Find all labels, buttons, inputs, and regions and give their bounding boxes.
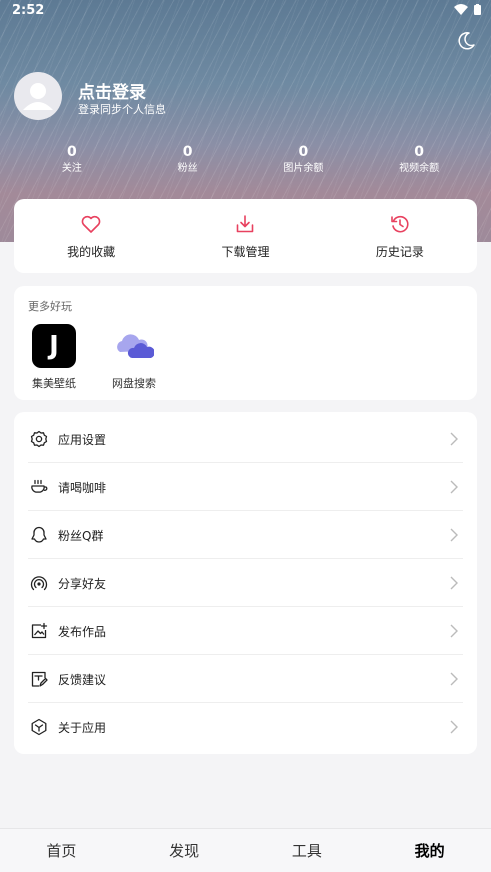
status-bar: 2:52 — [0, 0, 491, 22]
publish-image-icon — [31, 622, 48, 639]
download-icon — [237, 215, 254, 233]
stat-value: 0 — [67, 144, 77, 160]
app-cloud-search[interactable]: 网盘搜索 — [104, 324, 164, 391]
stat-value: 0 — [298, 144, 309, 160]
jimei-wallpaper-icon: J — [32, 324, 76, 368]
settings-row-fan-qq-group[interactable]: 粉丝Q群 — [14, 511, 477, 559]
history-icon — [391, 215, 409, 233]
jimei-glyph: J — [49, 331, 59, 361]
gear-icon — [30, 430, 48, 448]
favorites-label: 我的收藏 — [67, 245, 116, 259]
app-label: 网盘搜索 — [112, 377, 156, 390]
wifi-icon — [454, 4, 468, 15]
nav-home[interactable]: 首页 — [0, 829, 123, 872]
stat-label: 视频余额 — [399, 163, 440, 174]
default-user-icon — [23, 83, 53, 110]
status-icons — [454, 4, 481, 15]
settings-row-publish-work[interactable]: 发布作品 — [14, 607, 477, 655]
row-label: 发布作品 — [58, 624, 107, 639]
row-label: 粉丝Q群 — [58, 528, 104, 543]
favorites-button[interactable]: 我的收藏 — [14, 199, 168, 273]
cloud-icon — [112, 324, 156, 368]
chevron-right-icon — [450, 480, 458, 494]
stat-followers[interactable]: 0 粉丝 — [130, 144, 246, 180]
chevron-right-icon — [450, 528, 458, 542]
stat-video-balance[interactable]: 0 视频余额 — [361, 144, 477, 180]
stat-value: 0 — [182, 144, 193, 160]
chevron-right-icon — [450, 624, 458, 638]
row-label: 请喝咖啡 — [58, 480, 107, 495]
row-label: 关于应用 — [58, 720, 107, 735]
more-fun-title: 更多好玩 — [28, 300, 72, 313]
chevron-right-icon — [450, 576, 458, 590]
downloads-label: 下载管理 — [221, 245, 270, 259]
login-subtitle: 登录同步个人信息 — [78, 103, 166, 116]
stat-label: 图片余额 — [283, 163, 324, 174]
app-label: 集美壁纸 — [32, 377, 76, 390]
share-signal-icon — [30, 576, 48, 591]
chevron-right-icon — [450, 720, 458, 734]
qq-icon — [31, 526, 47, 543]
settings-row-app-settings[interactable]: 应用设置 — [14, 415, 477, 463]
app-jimei-wallpaper[interactable]: J 集美壁纸 — [24, 324, 84, 391]
stat-label: 粉丝 — [177, 163, 198, 174]
row-label: 反馈建议 — [58, 672, 107, 687]
stats-row: 0 关注 0 粉丝 0 图片余额 0 视频余额 — [14, 144, 477, 180]
nav-discover[interactable]: 发现 — [123, 829, 246, 872]
settings-row-buy-coffee[interactable]: 请喝咖啡 — [14, 463, 477, 511]
chevron-right-icon — [450, 672, 458, 686]
row-label: 分享好友 — [58, 576, 107, 591]
settings-list-card: 应用设置 请喝咖啡 粉丝Q群 分享好友 发布作品 反馈建议 关于应用 — [14, 412, 477, 754]
coffee-cup-icon — [31, 479, 48, 493]
bottom-nav: 首页 发现 工具 我的 — [0, 828, 491, 872]
history-button[interactable]: 历史记录 — [323, 199, 477, 273]
stat-label: 关注 — [61, 163, 82, 174]
stat-image-balance[interactable]: 0 图片余额 — [246, 144, 362, 180]
feedback-icon — [31, 671, 48, 687]
stat-following[interactable]: 0 关注 — [14, 144, 130, 180]
downloads-button[interactable]: 下载管理 — [168, 199, 322, 273]
dark-mode-moon-icon[interactable] — [455, 30, 477, 52]
settings-row-feedback[interactable]: 反馈建议 — [14, 655, 477, 703]
avatar[interactable] — [14, 72, 62, 120]
login-title[interactable]: 点击登录 — [78, 78, 146, 103]
quick-actions-card: 我的收藏 下载管理 历史记录 — [14, 199, 477, 273]
nav-mine[interactable]: 我的 — [368, 829, 491, 872]
about-cube-icon — [31, 718, 47, 736]
battery-icon — [474, 4, 481, 15]
more-fun-card: 更多好玩 J 集美壁纸 网盘搜索 — [14, 286, 477, 400]
heart-icon — [81, 215, 101, 233]
stat-value: 0 — [414, 144, 424, 160]
nav-tools[interactable]: 工具 — [246, 829, 369, 872]
settings-row-share-friends[interactable]: 分享好友 — [14, 559, 477, 607]
chevron-right-icon — [450, 432, 458, 446]
status-time: 2:52 — [12, 3, 45, 18]
history-label: 历史记录 — [375, 245, 424, 259]
settings-row-about[interactable]: 关于应用 — [14, 703, 477, 751]
row-label: 应用设置 — [58, 432, 107, 447]
